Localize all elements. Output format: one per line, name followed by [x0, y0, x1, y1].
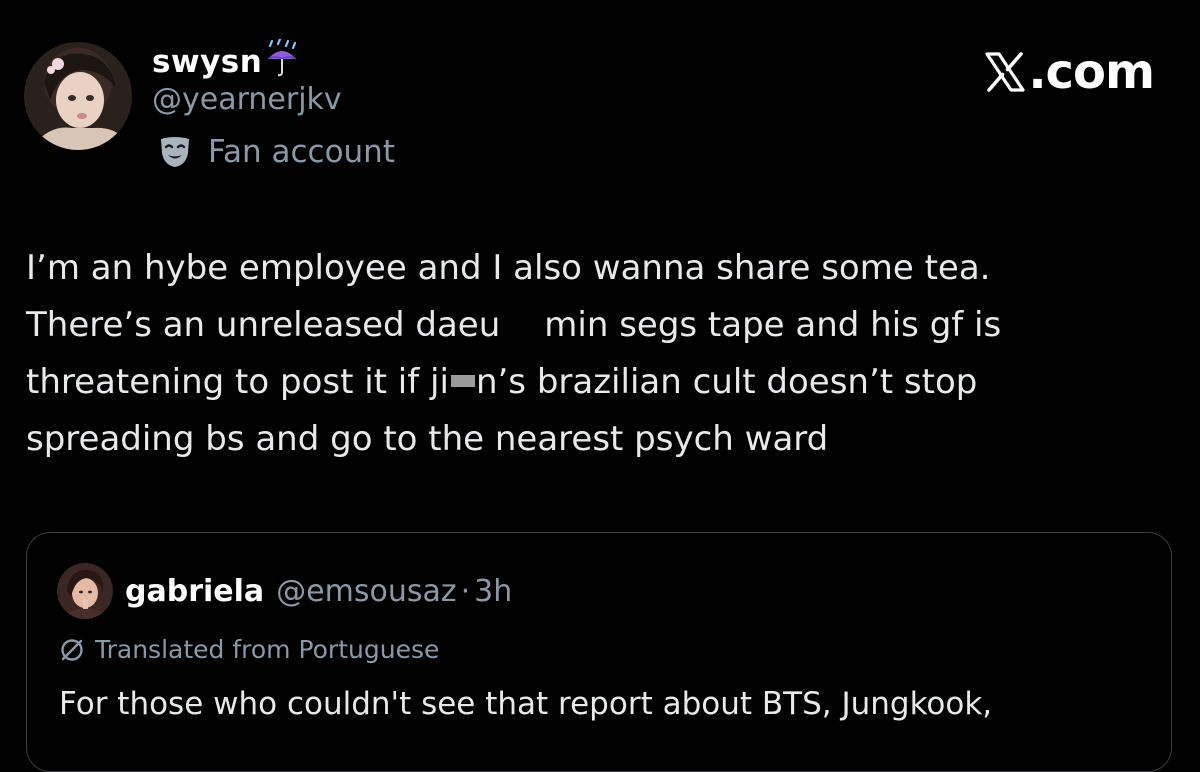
- tweet-fragment: min segs tape and his gf is: [544, 305, 1002, 345]
- translate-icon: [61, 638, 83, 661]
- tweet-line: threatening to post it if ji n’s brazilia…: [26, 354, 1176, 411]
- tweet-line: There’s an unreleased daeu min segs tape …: [26, 297, 1176, 354]
- quote-timestamp[interactable]: 3h: [474, 574, 512, 609]
- quote-author-name[interactable]: gabriela: [125, 574, 264, 609]
- author-avatar[interactable]: [24, 42, 132, 150]
- redaction-gap: [500, 312, 544, 342]
- quote-header: gabriela @emsousaz · 3h: [57, 563, 512, 619]
- quoted-tweet-card[interactable]: gabriela @emsousaz · 3h Translated from …: [26, 532, 1172, 772]
- x-logo-icon: [985, 52, 1025, 92]
- redaction-bar: [450, 375, 475, 387]
- author-name-row: swysn: [152, 39, 300, 84]
- tweet-fragment: threatening to post it if ji: [26, 362, 449, 402]
- author-handle[interactable]: @yearnerjkv: [152, 82, 342, 117]
- tweet-line: spreading bs and go to the nearest psych…: [26, 419, 829, 459]
- tweet-text: I’m an hybe employee and I also wanna sh…: [26, 240, 1176, 468]
- quote-author-handle[interactable]: @emsousaz: [276, 574, 456, 609]
- affiliation-badge: Fan account: [158, 134, 395, 170]
- tweet-fragment: There’s an unreleased daeu: [26, 305, 501, 345]
- author-display-name[interactable]: swysn: [152, 44, 262, 80]
- translated-row: Translated from Portuguese: [59, 635, 439, 664]
- tweet-fragment: n’s brazilian cult doesn’t stop: [475, 362, 978, 402]
- theater-mask-icon: [161, 137, 189, 167]
- translated-label: Translated from Portuguese: [95, 635, 440, 664]
- brand-text: .com: [1028, 44, 1155, 100]
- author-avatar-image: [24, 42, 132, 150]
- quote-avatar-image: [57, 563, 113, 619]
- tweet-line: I’m an hybe employee and I also wanna sh…: [26, 248, 991, 288]
- quote-text: For those who couldn't see that report a…: [59, 686, 993, 722]
- quote-separator: ·: [460, 573, 471, 609]
- affiliation-label: Fan account: [208, 134, 395, 170]
- post: swysn @yearnerjkv Fan account .com I’m a…: [0, 0, 1200, 772]
- umbrella-with-rain-icon: [267, 39, 297, 77]
- quote-author-avatar[interactable]: [57, 563, 113, 619]
- brand-watermark: .com: [984, 44, 1155, 100]
